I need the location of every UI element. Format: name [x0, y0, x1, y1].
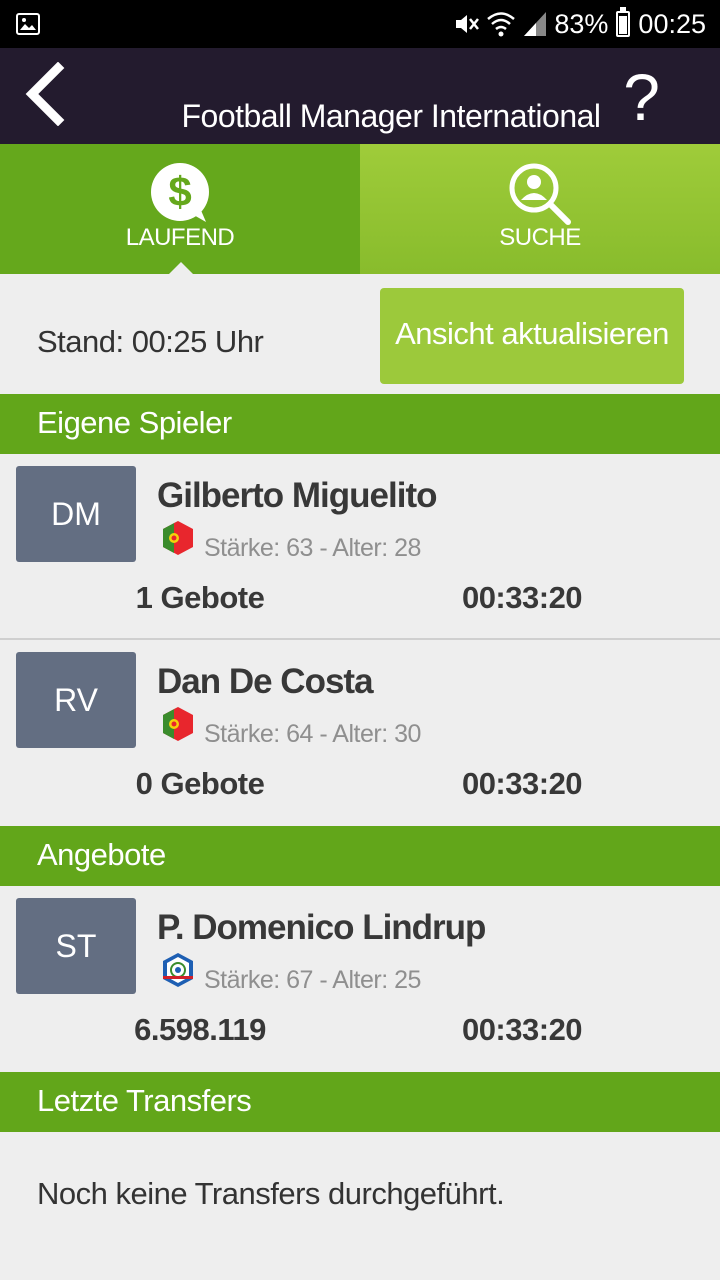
offer-row[interactable]: ST P. Domenico Lindrup Stärke: 67 - Alte… [0, 886, 720, 1072]
player-stats: Stärke: 63 - Alter: 28 [204, 534, 421, 562]
tab-suche[interactable]: SUCHE [360, 144, 720, 274]
position-badge: ST [16, 898, 136, 994]
section-header-last-transfers: Letzte Transfers [0, 1072, 720, 1132]
stand-row: Stand: 00:25 Uhr Ansicht aktualisieren [0, 274, 720, 394]
remaining-time: 00:33:20 [461, 1012, 583, 1047]
dollar-chat-icon: $ [151, 163, 209, 222]
bid-count: 1 Gebote [135, 580, 265, 615]
stand-text: Stand: 00:25 Uhr [37, 324, 264, 359]
app-bar: Football Manager International ? [0, 48, 720, 144]
image-notification-icon [16, 13, 40, 35]
user-search-icon [509, 163, 571, 225]
tab-suche-label: SUCHE [499, 224, 581, 251]
player-name: Dan De Costa [157, 662, 374, 701]
clock: 00:25 [638, 8, 706, 39]
tab-bar: $ LAUFEND SUCHE [0, 144, 720, 275]
player-row[interactable]: DM Gilberto Miguelito Stärke: 63 - Alter… [0, 454, 720, 640]
section-header-own-players: Eigene Spieler [0, 394, 720, 454]
player-stats: Stärke: 67 - Alter: 25 [204, 966, 421, 994]
position-badge: RV [16, 652, 136, 748]
portugal-flag-icon [163, 521, 193, 555]
player-name: P. Domenico Lindrup [157, 908, 486, 947]
remaining-time: 00:33:20 [461, 580, 583, 615]
belize-flag-icon [163, 953, 193, 987]
remaining-time: 00:33:20 [461, 766, 583, 801]
help-button[interactable]: ? [623, 62, 660, 132]
section-header-offers: Angebote [0, 826, 720, 886]
battery-percent: 83% [554, 8, 609, 39]
mute-icon [456, 15, 480, 33]
svg-text:$: $ [168, 168, 191, 215]
position-badge: DM [16, 466, 136, 562]
offer-amount: 6.598.119 [134, 1012, 266, 1047]
player-name: Gilberto Miguelito [157, 476, 437, 515]
bid-count: 0 Gebote [135, 766, 265, 801]
player-row[interactable]: RV Dan De Costa Stärke: 64 - Alter: 30 0… [0, 640, 720, 826]
no-transfers-text: Noch keine Transfers durchgeführt. [37, 1176, 505, 1211]
signal-icon [524, 12, 547, 36]
player-stats: Stärke: 64 - Alter: 30 [204, 720, 421, 748]
tab-laufend[interactable]: $ LAUFEND [0, 144, 360, 275]
tab-laufend-label: LAUFEND [125, 224, 235, 251]
portugal-flag-icon [163, 707, 193, 741]
refresh-view-button[interactable]: Ansicht aktualisieren [380, 288, 684, 384]
battery-icon [616, 7, 631, 37]
app-title: Football Manager International [181, 98, 601, 134]
battery-fill [619, 15, 628, 34]
status-bar: 83% 00:25 [0, 0, 720, 48]
wifi-icon [487, 12, 516, 37]
